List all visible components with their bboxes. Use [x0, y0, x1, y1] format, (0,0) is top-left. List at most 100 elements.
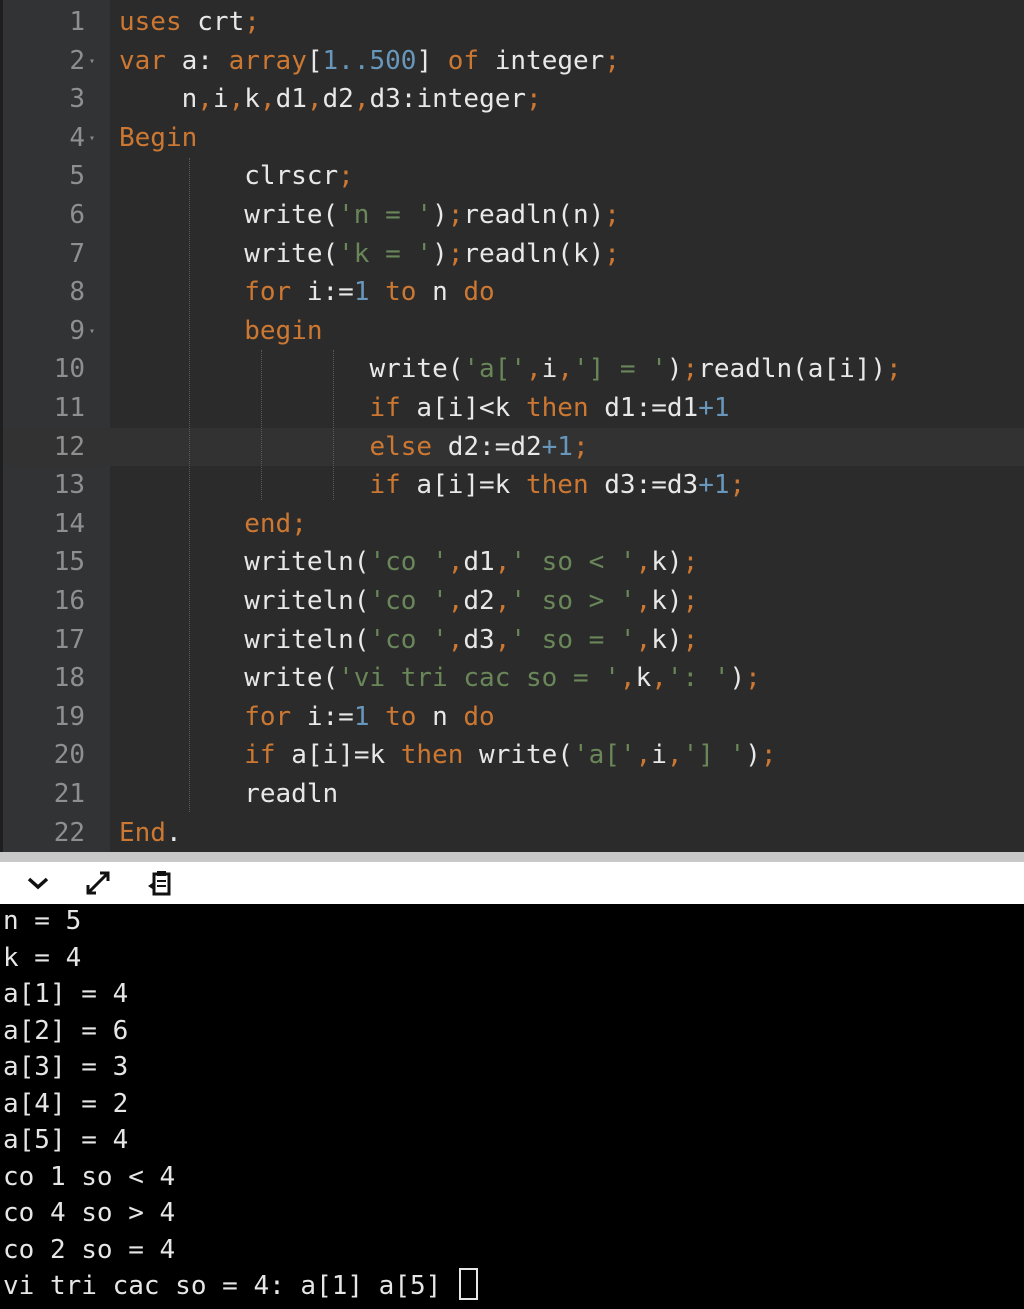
- line-number: 3: [69, 84, 85, 115]
- code-token: uses: [119, 7, 182, 37]
- console-output[interactable]: n = 5 k = 4 a[1] = 4 a[2] = 6 a[3] = 3 a[4] =…: [0, 904, 1024, 1309]
- code-text: n,i,k,d1,d2,d3:integer;: [119, 80, 542, 118]
- code-token: 1: [353, 701, 370, 732]
- code-line[interactable]: 16 writeln('co ',d2,' so > ',k);: [3, 582, 1024, 621]
- code-line[interactable]: 4 ▾ Begin: [3, 119, 1024, 158]
- console-line: a[1] = 4: [3, 976, 128, 1013]
- chevron-down-icon[interactable]: [22, 868, 54, 898]
- code-token: ,: [447, 586, 464, 616]
- code-token: ;: [291, 508, 307, 539]
- clipboard-icon[interactable]: [144, 868, 176, 898]
- code-token: ;: [447, 200, 464, 230]
- code-token: ,: [635, 740, 652, 771]
- code-token: ,: [557, 354, 573, 385]
- code-line[interactable]: 7 write('k = ');readln(k);: [3, 235, 1024, 274]
- code-token: ;: [338, 161, 354, 192]
- line-number: 18: [53, 663, 85, 694]
- line-number: 8: [69, 277, 85, 308]
- code-line[interactable]: 20 if a[i]=k then write('a[',i,'] ');: [3, 736, 1024, 775]
- panel-splitter[interactable]: [0, 852, 1024, 862]
- code-line[interactable]: 6 write('n = ');readln(n);: [3, 196, 1024, 235]
- code-token: i:=: [291, 277, 354, 308]
- code-line[interactable]: 12 else d2:=d2+1;: [3, 427, 1024, 467]
- code-line[interactable]: 21 readln: [3, 775, 1024, 814]
- code-token: a[i]=k: [275, 740, 401, 771]
- code-line[interactable]: 14 end;: [3, 505, 1024, 544]
- code-line[interactable]: 18 write('vi tri cac so = ',k,': ');: [3, 659, 1024, 698]
- code-token: .: [165, 817, 182, 848]
- code-line[interactable]: 19 for i:=1 to n do: [3, 698, 1024, 737]
- code-line[interactable]: 10 write('a[',i,'] = ');readln(a[i]);: [3, 350, 1024, 389]
- code-token: crt: [181, 7, 245, 37]
- code-text: begin: [119, 312, 322, 350]
- line-number: 14: [53, 508, 85, 539]
- code-token: d2:=d2: [432, 431, 542, 462]
- code-line[interactable]: 13 if a[i]=k then d3:=d3+1;: [3, 466, 1024, 505]
- code-token: k: [244, 84, 260, 115]
- console-line: co 2 so = 4: [3, 1232, 175, 1269]
- code-line[interactable]: 3 n,i,k,d1,d2,d3:integer;: [3, 80, 1024, 119]
- code-token: to: [369, 277, 417, 308]
- console-text: co 4 so > 4: [3, 1198, 176, 1228]
- console-text: a[4] = 2: [3, 1088, 129, 1119]
- code-token: +1: [698, 470, 730, 501]
- code-token: n: [416, 701, 464, 732]
- line-number: 16: [53, 586, 85, 616]
- code-token: ,: [635, 547, 652, 578]
- code-token: 'n = ': [338, 200, 433, 230]
- code-line[interactable]: 17 writeln('co ',d3,' so = ',k);: [3, 621, 1024, 660]
- code-token: ,: [526, 354, 542, 385]
- code-token: +1: [698, 393, 730, 423]
- code-token: ;: [604, 200, 620, 230]
- code-line[interactable]: 8 for i:=1 to n do: [3, 273, 1024, 312]
- code-token: ,: [494, 586, 511, 616]
- code-editor[interactable]: 1 uses crt; 2 ▾ var a: array[1..500] of inte…: [0, 0, 1024, 852]
- line-number: 11: [53, 393, 85, 423]
- code-line[interactable]: 9 ▾ begin: [3, 312, 1024, 351]
- code-token: for: [119, 277, 292, 308]
- fold-toggle-icon[interactable]: ▾: [89, 56, 95, 67]
- fold-toggle-icon[interactable]: ▾: [89, 326, 95, 337]
- console-line: k = 4: [3, 940, 81, 977]
- code-line[interactable]: 5 clrscr;: [3, 157, 1024, 196]
- code-token: of: [447, 45, 480, 76]
- code-token: ;: [244, 7, 260, 37]
- code-token: 'co ': [369, 624, 448, 655]
- code-token: if: [119, 393, 401, 423]
- code-token: 1..500: [322, 45, 417, 76]
- code-token: ,: [353, 84, 370, 115]
- code-token: 'co ': [369, 586, 448, 616]
- line-number: 9: [69, 315, 85, 346]
- code-token: d1: [463, 547, 495, 578]
- code-token: 1: [353, 277, 370, 308]
- code-line[interactable]: 2 ▾ var a: array[1..500] of integer;: [3, 42, 1024, 81]
- console-line: a[4] = 2: [3, 1086, 128, 1123]
- indent-guide: [261, 350, 262, 500]
- code-text: End.: [119, 814, 182, 852]
- code-line[interactable]: 22 End.: [3, 814, 1024, 852]
- code-token: ' so < ': [510, 547, 636, 578]
- code-line[interactable]: 1 uses crt;: [3, 3, 1024, 42]
- code-token: k: [635, 663, 652, 694]
- code-token: ,: [666, 740, 683, 771]
- code-token: ;: [886, 354, 902, 385]
- code-token: d2: [322, 84, 354, 115]
- line-number: 13: [53, 470, 85, 501]
- code-token: End: [119, 817, 166, 848]
- code-token: ]: [416, 45, 448, 76]
- code-token: if: [119, 740, 276, 771]
- code-line[interactable]: 15 writeln('co ',d1,' so < ',k);: [3, 543, 1024, 582]
- code-token: d3:=d3: [588, 470, 699, 501]
- line-number: 22: [53, 817, 85, 848]
- expand-icon[interactable]: [82, 868, 114, 898]
- code-token: ': ': [666, 663, 730, 694]
- console-toolbar: [0, 862, 1024, 904]
- code-token: clrscr: [119, 161, 339, 192]
- code-token: ;: [760, 740, 777, 771]
- code-token: ' so > ': [510, 586, 636, 616]
- code-token: then: [526, 393, 589, 423]
- fold-toggle-icon[interactable]: ▾: [89, 133, 95, 144]
- code-token: ): [729, 663, 746, 694]
- code-token: i: [541, 354, 558, 385]
- code-line[interactable]: 11 if a[i]<k then d1:=d1+1: [3, 389, 1024, 428]
